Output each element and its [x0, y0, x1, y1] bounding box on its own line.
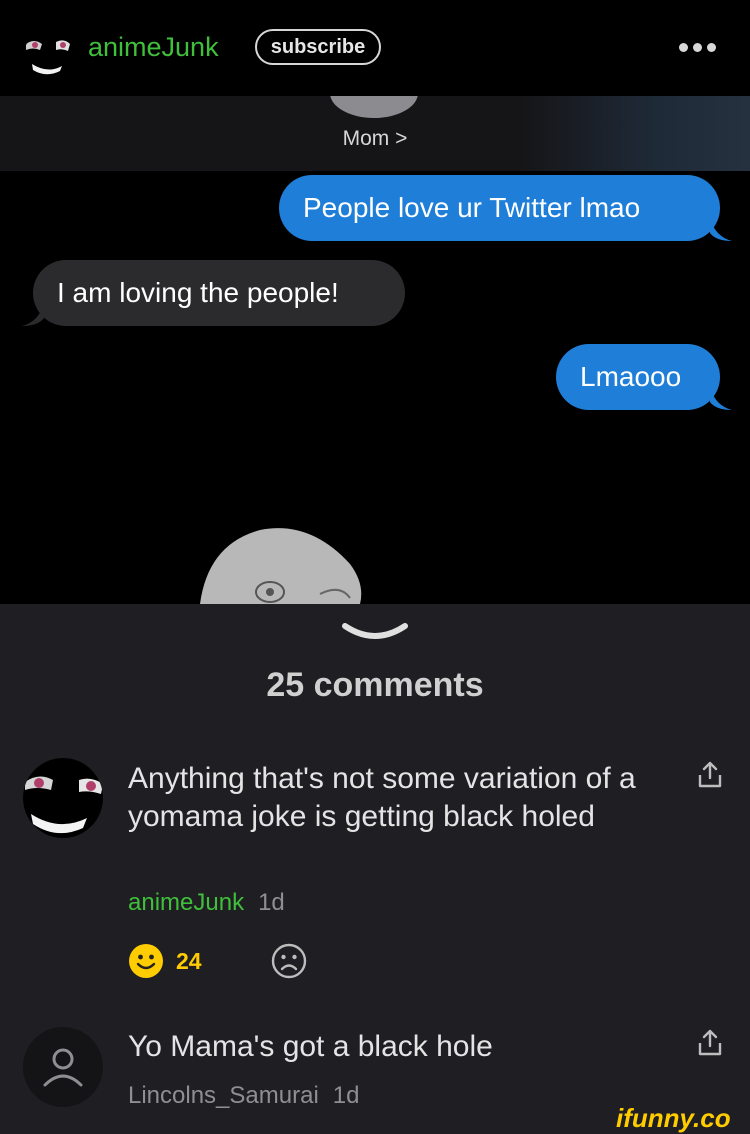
comment-text: Anything that's not some variation of a … [128, 762, 636, 833]
channel-avatar[interactable] [24, 30, 74, 80]
ifunny-watermark: ifunny.co [616, 1103, 731, 1133]
comment-username[interactable]: animeJunk [128, 889, 244, 916]
smile-icon[interactable] [128, 943, 164, 979]
bubble-tail [710, 219, 732, 241]
message-bubble-received: I am loving the people! [33, 260, 405, 326]
comment-avatar[interactable] [23, 1027, 103, 1107]
comment-age: 1d [258, 889, 285, 916]
comments-count: 25 comments [266, 666, 484, 704]
contact-avatar [330, 96, 418, 118]
message-bubble-sent: People love ur Twitter lmao [279, 175, 720, 241]
frown-icon[interactable] [271, 943, 307, 979]
contact-name: Mom > [342, 127, 408, 150]
chevron-down-icon[interactable] [341, 620, 409, 644]
comment-author[interactable]: animeJunk 1d [128, 889, 285, 917]
comment-author[interactable]: Lincolns_Samurai 1d [128, 1082, 359, 1110]
more-dots-icon[interactable] [679, 40, 717, 54]
meme-figure-image [200, 528, 362, 604]
subscribe-button[interactable]: subscribe [255, 29, 381, 65]
bubble-tail [22, 304, 44, 326]
share-icon[interactable] [696, 760, 724, 790]
comment-username[interactable]: Lincolns_Samurai [128, 1082, 319, 1109]
user-placeholder-icon [43, 1048, 83, 1087]
comment-text: Yo Mama's got a black hole [128, 1030, 493, 1063]
comment-avatar[interactable] [23, 758, 103, 838]
top-bar: animeJunk subscribe [0, 0, 750, 96]
channel-name[interactable]: animeJunk [88, 32, 219, 63]
post-image[interactable]: Mom > People love ur Twitter lmao I am l… [0, 96, 750, 604]
message-bubble-sent: Lmaooo [556, 344, 720, 410]
share-icon[interactable] [696, 1028, 724, 1058]
comment-age: 1d [332, 1082, 360, 1109]
messages-header: Mom > [0, 96, 750, 171]
bubble-tail [710, 388, 732, 410]
smile-count: 24 [176, 948, 202, 974]
